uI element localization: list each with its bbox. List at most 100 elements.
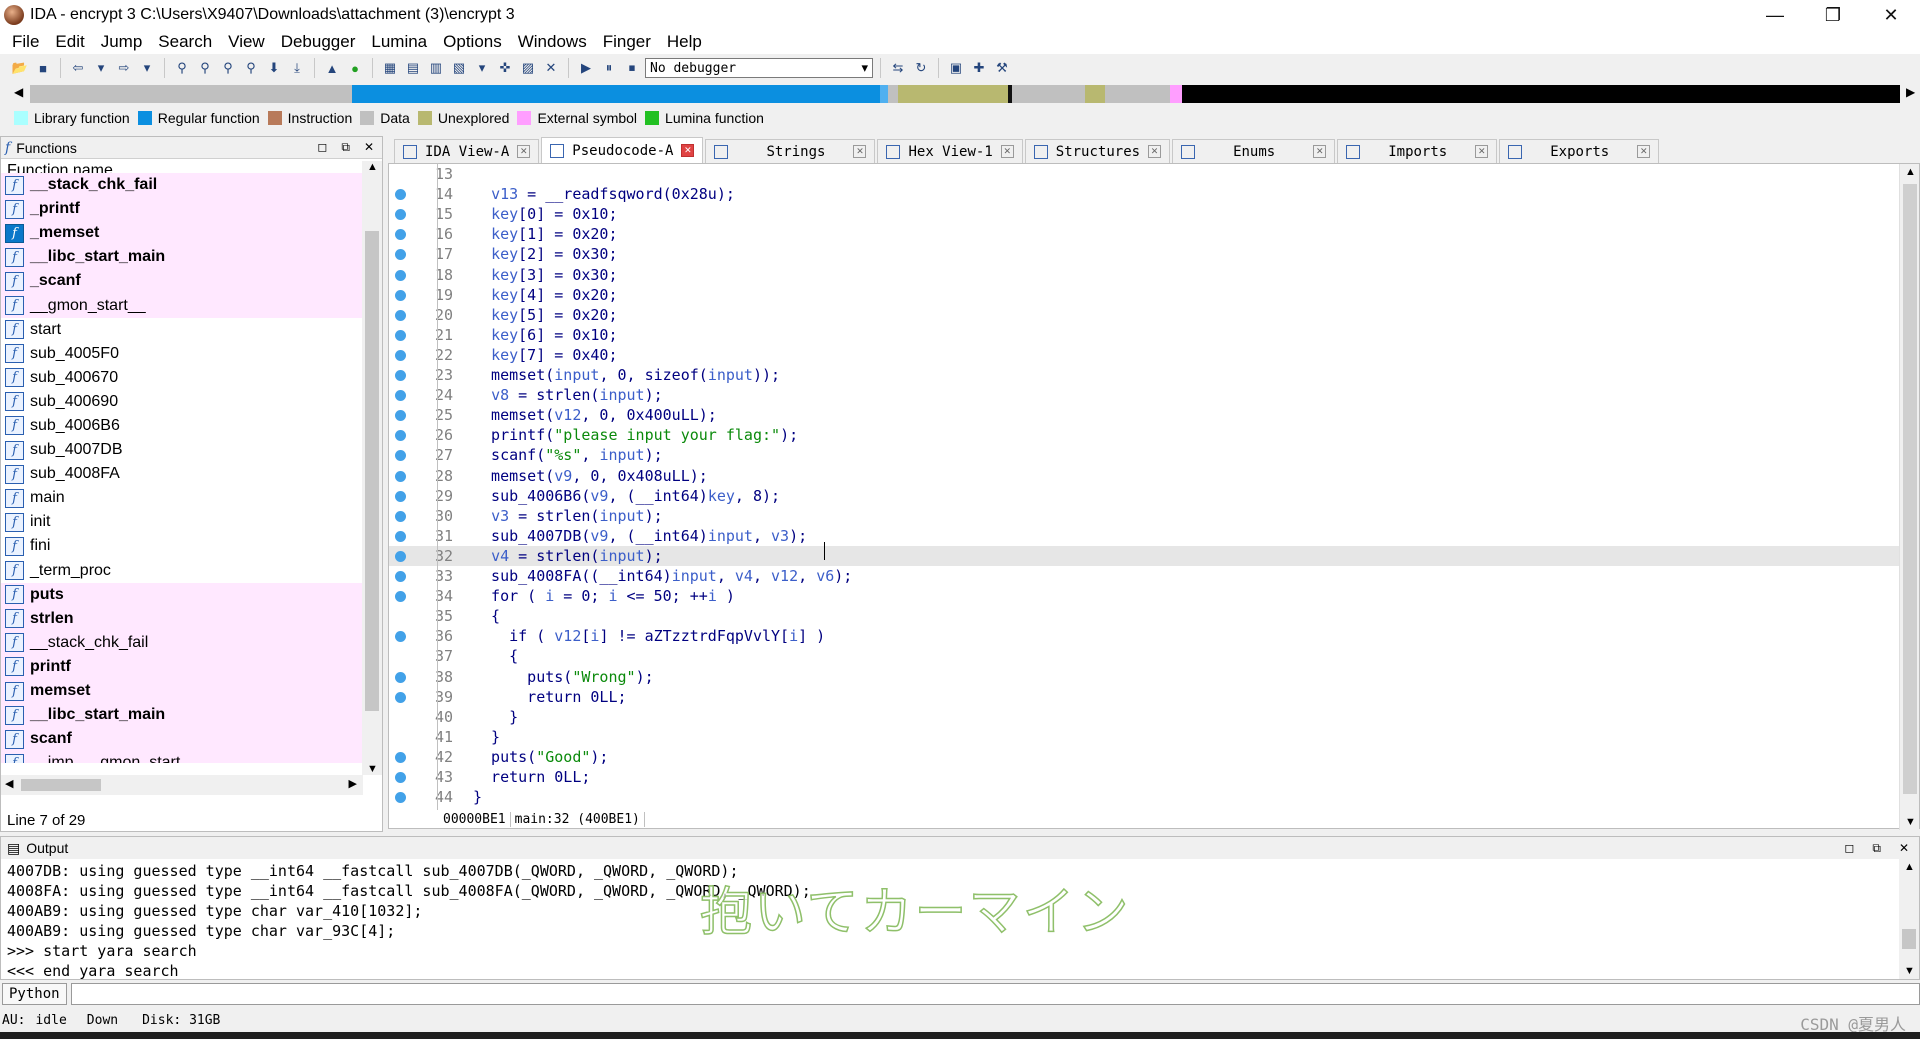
search-text-icon[interactable]: ⚲: [195, 58, 215, 78]
tools-icon[interactable]: ⚒: [992, 58, 1012, 78]
panel-restore-icon[interactable]: ◻: [1844, 841, 1854, 856]
function-row[interactable]: f __stack_chk_fail: [1, 173, 363, 198]
struct-icon[interactable]: ✜: [495, 58, 515, 78]
add-breakpoint-icon[interactable]: ✚: [969, 58, 989, 78]
panel-restore-icon[interactable]: ◻: [317, 140, 327, 155]
code-line[interactable]: 17 key[2] = 0x30;: [389, 244, 1899, 264]
nav-right-arrow-icon[interactable]: ▶: [1906, 85, 1915, 99]
maximize-button[interactable]: ❐: [1804, 0, 1862, 30]
panel-float-icon[interactable]: ⧉: [341, 140, 350, 155]
breakpoint-dot-icon[interactable]: [395, 591, 406, 603]
function-row[interactable]: f puts: [1, 582, 363, 607]
breakpoint-dot-icon[interactable]: [395, 410, 406, 422]
code-line[interactable]: 34 for ( i = 0; i <= 50; ++i ): [389, 586, 1899, 606]
dropdown-arrow-icon[interactable]: ▾: [91, 58, 111, 78]
function-row[interactable]: f _term_proc: [1, 559, 363, 583]
function-row[interactable]: f fini: [1, 534, 363, 558]
scroll-up-icon[interactable]: ▲: [1905, 166, 1916, 178]
minimize-button[interactable]: —: [1746, 0, 1804, 30]
breakpoint-dot-icon[interactable]: [395, 390, 406, 402]
function-row[interactable]: f sub_400670: [1, 366, 363, 390]
jump-down-icon[interactable]: ⬇: [264, 58, 284, 78]
menu-edit[interactable]: Edit: [47, 32, 92, 52]
scroll-right-icon[interactable]: ▶: [349, 777, 357, 790]
scroll-down-icon[interactable]: ▼: [1904, 965, 1915, 977]
menu-jump[interactable]: Jump: [93, 32, 151, 52]
dropdown-arrow-icon[interactable]: ▾: [472, 58, 492, 78]
breakpoint-dot-icon[interactable]: [395, 470, 406, 482]
function-row[interactable]: f memset: [1, 678, 363, 704]
scroll-down-icon[interactable]: ▼: [1905, 816, 1916, 828]
code-line[interactable]: 42 puts("Good");: [389, 747, 1899, 767]
pseudocode-view[interactable]: 13 14 v13 = __readfsqword(0x28u); 15 key[0…: [388, 163, 1920, 830]
array-icon[interactable]: ▧: [449, 58, 469, 78]
code-line[interactable]: 44}: [389, 787, 1899, 807]
menu-help[interactable]: Help: [659, 32, 710, 52]
function-row[interactable]: f sub_4007DB: [1, 438, 363, 462]
code-line[interactable]: 29 sub_4006B6(v9, (__int64)key, 8);: [389, 486, 1899, 506]
code-line[interactable]: 20 key[5] = 0x20;: [389, 305, 1899, 325]
tab-close-icon[interactable]: ✕: [681, 144, 695, 157]
code-line[interactable]: 43 return 0LL;: [389, 767, 1899, 787]
breakpoint-dot-icon[interactable]: [395, 189, 406, 201]
function-row[interactable]: f __libc_start_main: [1, 245, 363, 270]
code-line[interactable]: 15 key[0] = 0x10;: [389, 204, 1899, 224]
code-line[interactable]: 21 key[6] = 0x10;: [389, 325, 1899, 345]
tab-structures[interactable]: Structures ✕: [1024, 139, 1171, 163]
breakpoint-dot-icon[interactable]: [395, 450, 406, 462]
attach-icon[interactable]: ⇆: [888, 58, 908, 78]
code-icon[interactable]: ▦: [380, 58, 400, 78]
string-icon[interactable]: ▥: [426, 58, 446, 78]
forward-arrow-icon[interactable]: ⇨: [114, 58, 134, 78]
functions-vertical-scrollbar[interactable]: ▲ ▼: [362, 161, 382, 775]
menu-windows[interactable]: Windows: [510, 32, 595, 52]
breakpoint-dot-icon[interactable]: [395, 510, 406, 522]
function-row[interactable]: f scanf: [1, 727, 363, 752]
dropdown-arrow-icon[interactable]: ▾: [137, 58, 157, 78]
scroll-thumb[interactable]: [1902, 929, 1916, 949]
pseudocode-lines[interactable]: 13 14 v13 = __readfsqword(0x28u); 15 key[0…: [389, 164, 1899, 809]
play-icon[interactable]: ▶: [576, 58, 596, 78]
breakpoint-dot-icon[interactable]: [395, 329, 406, 341]
code-line[interactable]: 24 v8 = strlen(input);: [389, 385, 1899, 405]
functions-horizontal-scrollbar[interactable]: ◀ ▶: [1, 775, 363, 795]
breakpoint-dot-icon[interactable]: [395, 671, 406, 683]
breakpoint-dot-icon[interactable]: [395, 751, 406, 763]
tab-enums[interactable]: Enums ✕: [1172, 139, 1336, 163]
function-row[interactable]: f _memset: [1, 221, 363, 246]
search-binary-icon[interactable]: ⚲: [218, 58, 238, 78]
menu-search[interactable]: Search: [150, 32, 220, 52]
breakpoint-dot-icon[interactable]: [395, 249, 406, 261]
code-line[interactable]: 26 printf("please input your flag:");: [389, 425, 1899, 445]
debugger-select[interactable]: No debugger ▾: [645, 58, 873, 78]
code-line[interactable]: 32 v4 = strlen(input);: [389, 545, 1899, 566]
breakpoint-dot-icon[interactable]: [395, 430, 406, 442]
breakpoint-dot-icon[interactable]: [395, 349, 406, 361]
breakpoint-dot-icon[interactable]: [395, 269, 406, 281]
function-row[interactable]: f init: [1, 510, 363, 534]
green-circle-icon[interactable]: ●: [345, 58, 365, 78]
breakpoint-dot-icon[interactable]: [395, 490, 406, 502]
function-row[interactable]: f sub_4006B6: [1, 414, 363, 438]
code-line[interactable]: 27 scanf("%s", input);: [389, 445, 1899, 465]
code-line[interactable]: 37 {: [389, 646, 1899, 666]
code-line[interactable]: 40 }: [389, 707, 1899, 727]
pseudocode-vertical-scrollbar[interactable]: ▲ ▼: [1899, 164, 1919, 830]
tab-close-icon[interactable]: ✕: [517, 145, 531, 158]
search-next-icon[interactable]: ⚲: [241, 58, 261, 78]
output-vertical-scrollbar[interactable]: ▲ ▼: [1899, 859, 1919, 979]
function-row[interactable]: f sub_4005F0: [1, 342, 363, 366]
save-icon[interactable]: ■: [33, 58, 53, 78]
tab-close-icon[interactable]: ✕: [853, 145, 867, 158]
nav-left-arrow-icon[interactable]: ◀: [14, 85, 23, 99]
code-line[interactable]: 13: [389, 164, 1899, 184]
function-row[interactable]: f printf: [1, 654, 363, 679]
close-button[interactable]: ✕: [1862, 0, 1920, 30]
menu-finger[interactable]: Finger: [595, 32, 659, 52]
breakpoint-dot-icon[interactable]: [395, 571, 406, 582]
tab-close-icon[interactable]: ✕: [1637, 145, 1651, 158]
code-line[interactable]: 38 puts("Wrong");: [389, 667, 1899, 687]
code-line[interactable]: 41 }: [389, 727, 1899, 747]
tab-pseudocode-a[interactable]: Pseudocode-A ✕: [541, 137, 704, 163]
function-row[interactable]: f __imp___gmon_start__: [1, 751, 363, 763]
